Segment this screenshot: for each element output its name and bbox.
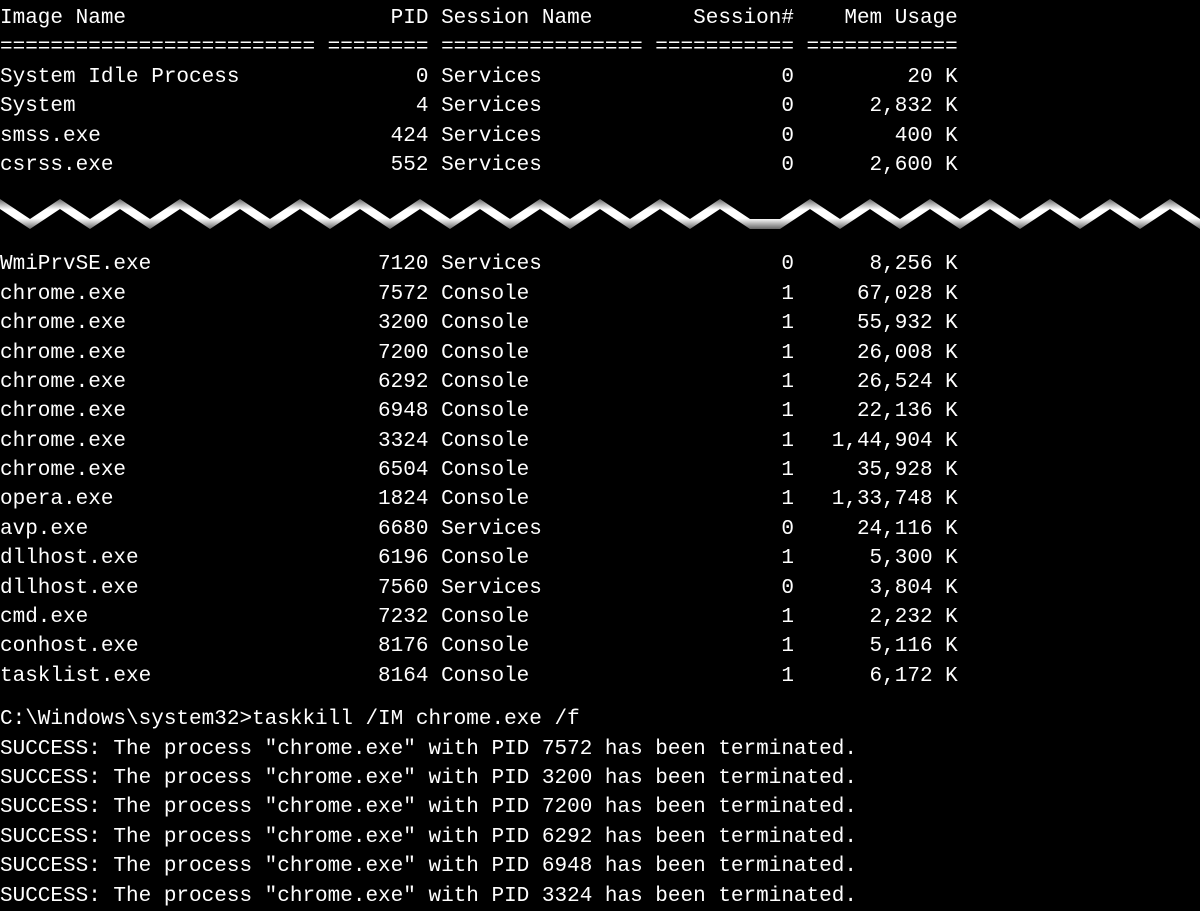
success-line: SUCCESS: The process "chrome.exe" with P… <box>0 793 1200 822</box>
table-row: opera.exe 1824 Console 1 1,33,748 K <box>0 485 1200 514</box>
success-line: SUCCESS: The process "chrome.exe" with P… <box>0 735 1200 764</box>
table-row: avp.exe 6680 Services 0 24,116 K <box>0 515 1200 544</box>
table-row: System 4 Services 0 2,832 K <box>0 92 1200 121</box>
table-row: chrome.exe 6292 Console 1 26,524 K <box>0 368 1200 397</box>
terminal-output[interactable]: Image Name PID Session Name Session# Mem… <box>0 4 1200 911</box>
table-row: chrome.exe 7200 Console 1 26,008 K <box>0 339 1200 368</box>
table-row: chrome.exe 3200 Console 1 55,932 K <box>0 309 1200 338</box>
command-prompt: C:\Windows\system32>taskkill /IM chrome.… <box>0 705 1200 734</box>
table-row: dllhost.exe 7560 Services 0 3,804 K <box>0 574 1200 603</box>
torn-edge-graphic <box>0 184 1200 244</box>
success-line: SUCCESS: The process "chrome.exe" with P… <box>0 852 1200 881</box>
table-row: smss.exe 424 Services 0 400 K <box>0 122 1200 151</box>
table-row: chrome.exe 6948 Console 1 22,136 K <box>0 397 1200 426</box>
success-line: SUCCESS: The process "chrome.exe" with P… <box>0 882 1200 911</box>
tasklist-header: Image Name PID Session Name Session# Mem… <box>0 4 1200 33</box>
table-row: conhost.exe 8176 Console 1 5,116 K <box>0 632 1200 661</box>
table-row: chrome.exe 7572 Console 1 67,028 K <box>0 280 1200 309</box>
success-line: SUCCESS: The process "chrome.exe" with P… <box>0 823 1200 852</box>
table-row: chrome.exe 3324 Console 1 1,44,904 K <box>0 427 1200 456</box>
table-row: tasklist.exe 8164 Console 1 6,172 K <box>0 662 1200 691</box>
table-row: dllhost.exe 6196 Console 1 5,300 K <box>0 544 1200 573</box>
table-row: System Idle Process 0 Services 0 20 K <box>0 63 1200 92</box>
tasklist-separator: ========================= ======== =====… <box>0 33 1200 62</box>
table-row: cmd.exe 7232 Console 1 2,232 K <box>0 603 1200 632</box>
table-row: csrss.exe 552 Services 0 2,600 K <box>0 151 1200 180</box>
table-row: chrome.exe 6504 Console 1 35,928 K <box>0 456 1200 485</box>
table-row: WmiPrvSE.exe 7120 Services 0 8,256 K <box>0 250 1200 279</box>
success-line: SUCCESS: The process "chrome.exe" with P… <box>0 764 1200 793</box>
